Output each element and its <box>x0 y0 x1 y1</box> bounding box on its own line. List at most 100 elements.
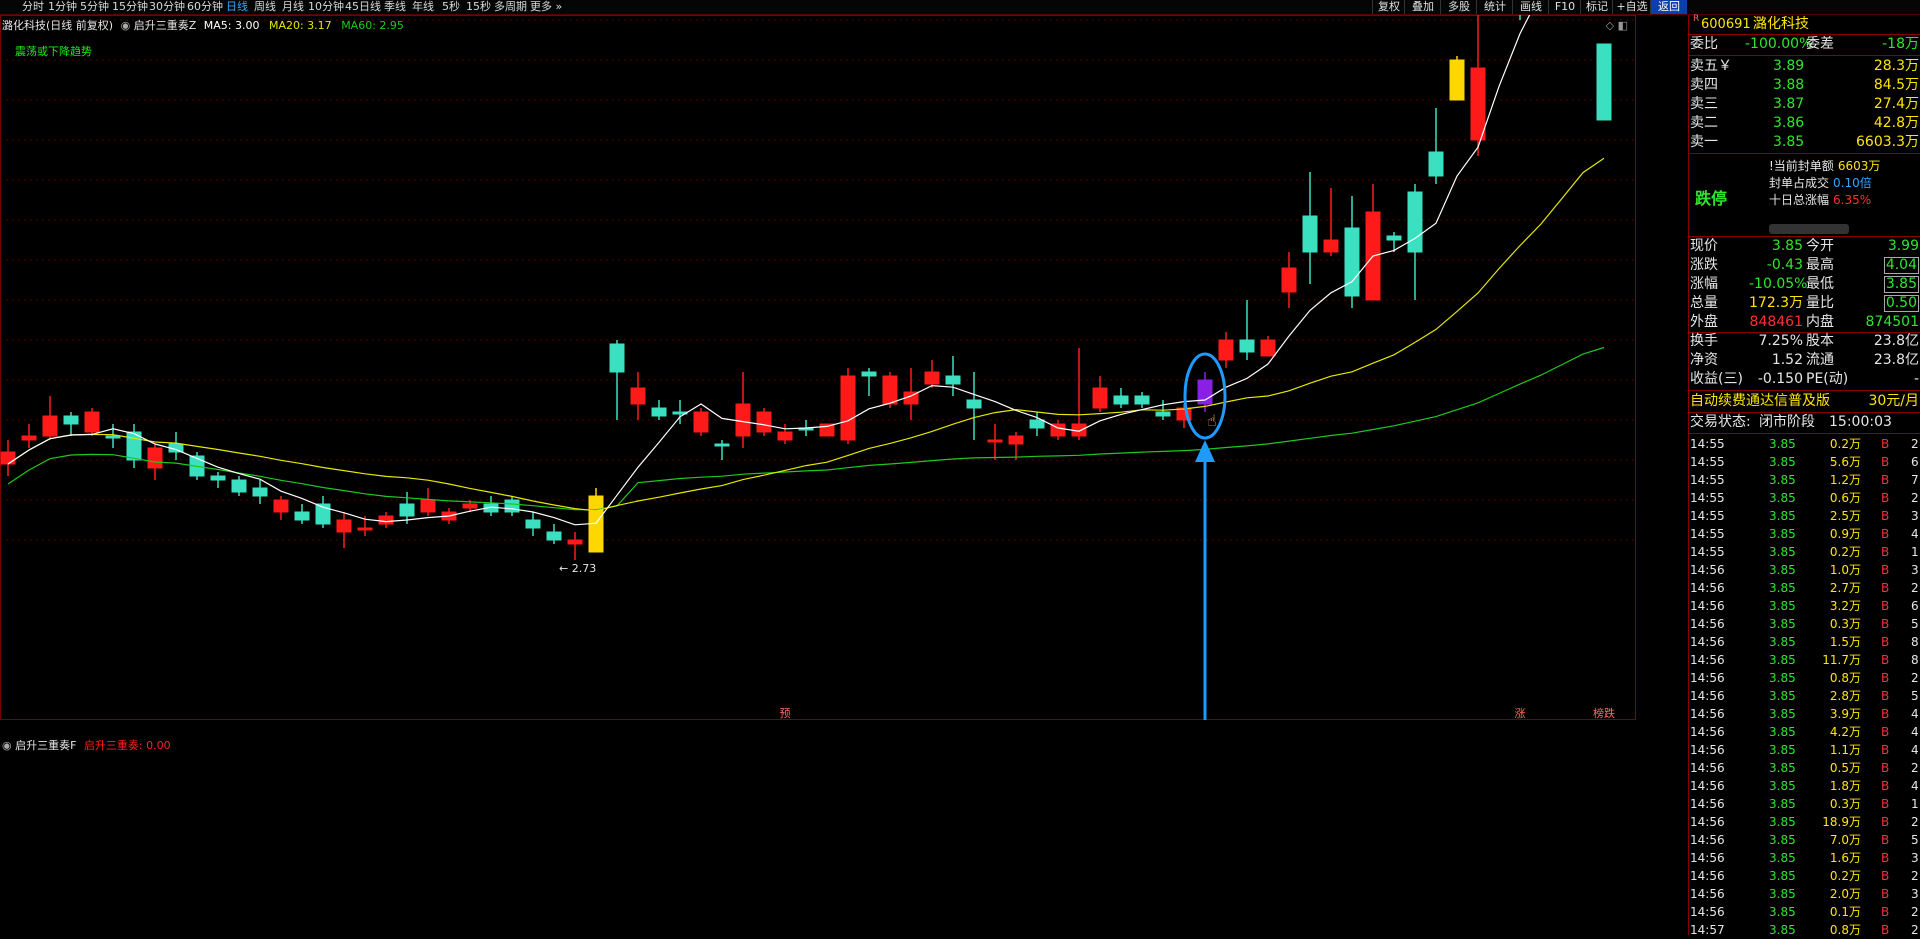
tick-row[interactable]: 14:56 3.85 11.7万 B 8 <box>1689 651 1920 669</box>
candle[interactable] <box>1428 108 1444 184</box>
candle[interactable] <box>1218 332 1234 368</box>
tick-row[interactable]: 14:55 3.85 0.2万 B 2 <box>1689 435 1920 453</box>
candle[interactable] <box>588 488 604 553</box>
candle[interactable] <box>1323 188 1339 256</box>
candle[interactable] <box>294 504 310 524</box>
period-17[interactable]: 更多 » <box>530 0 562 14</box>
indicator-name[interactable]: 启升三重奏Z <box>134 19 197 32</box>
tick-row[interactable]: 14:56 3.85 2.7万 B 2 <box>1689 579 1920 597</box>
tick-row[interactable]: 14:56 3.85 2.0万 B 3 <box>1689 885 1920 903</box>
tick-row[interactable]: 14:56 3.85 3.2万 B 6 <box>1689 597 1920 615</box>
ad-row[interactable]: 自动续费通达信普及版 30元/月 <box>1689 392 1920 411</box>
candle[interactable] <box>1092 376 1108 412</box>
tick-row[interactable]: 14:55 3.85 5.6万 B 6 <box>1689 453 1920 471</box>
candle[interactable] <box>378 512 394 528</box>
tick-row[interactable]: 14:56 3.85 1.6万 B 3 <box>1689 849 1920 867</box>
ad-text[interactable]: 自动续费通达信普及版 <box>1690 392 1830 411</box>
candle[interactable] <box>756 408 772 436</box>
candle[interactable] <box>21 424 37 448</box>
ad-price[interactable]: 30元/月 <box>1868 392 1919 411</box>
candle[interactable] <box>1344 196 1360 308</box>
tick-row[interactable]: 14:56 3.85 0.3万 B 1 <box>1689 795 1920 813</box>
toolbar-button-9[interactable]: 返回 <box>1650 0 1687 14</box>
kline-chart[interactable]: 4.804.704.604.504.404.304.204.104.003.90… <box>0 15 1636 752</box>
candle[interactable] <box>567 532 583 560</box>
candle[interactable] <box>966 372 982 440</box>
period-1[interactable]: 分时 <box>22 0 44 14</box>
tick-row[interactable]: 14:56 3.85 1.5万 B 8 <box>1689 633 1920 651</box>
tick-row[interactable]: 14:56 3.85 0.2万 B 2 <box>1689 867 1920 885</box>
candle[interactable] <box>840 368 856 444</box>
expand-handle[interactable] <box>1769 224 1849 234</box>
tick-row[interactable]: 14:55 3.85 2.5万 B 3 <box>1689 507 1920 525</box>
candle[interactable] <box>0 440 16 476</box>
period-5[interactable]: 30分钟 <box>149 0 185 14</box>
tick-row[interactable]: 14:56 3.85 0.5万 B 2 <box>1689 759 1920 777</box>
ask-row[interactable]: 卖五￥ 3.89 28.3万 <box>1689 57 1920 76</box>
event-mark[interactable]: 榜跌 <box>1593 706 1615 720</box>
candle[interactable] <box>1302 172 1318 284</box>
candle[interactable] <box>1386 232 1402 252</box>
tick-row[interactable]: 14:56 3.85 1.8万 B 4 <box>1689 777 1920 795</box>
candle[interactable] <box>315 496 331 528</box>
tick-row[interactable]: 14:56 3.85 2.8万 B 5 <box>1689 687 1920 705</box>
candle[interactable] <box>630 372 646 420</box>
candle[interactable] <box>231 476 247 496</box>
candle[interactable] <box>945 356 961 396</box>
tick-row[interactable]: 14:56 3.85 18.9万 B 2 <box>1689 813 1920 831</box>
candle[interactable] <box>1239 300 1255 360</box>
period-3[interactable]: 5分钟 <box>80 0 109 14</box>
collapse-icon[interactable]: ◉ <box>121 19 131 32</box>
candle[interactable] <box>1134 392 1150 408</box>
candle[interactable] <box>861 368 877 396</box>
toolbar-button-1[interactable]: 复权 <box>1372 0 1405 14</box>
candle[interactable] <box>210 472 226 488</box>
event-mark[interactable]: 涨 <box>1515 707 1526 720</box>
toolbar-button-5[interactable]: 画线 <box>1512 0 1549 14</box>
candle[interactable] <box>1071 348 1087 440</box>
ask-row[interactable]: 卖二 3.86 42.8万 <box>1689 114 1920 133</box>
period-14[interactable]: 5秒 <box>442 0 460 14</box>
candle[interactable] <box>777 424 793 444</box>
tick-row[interactable]: 14:55 3.85 0.9万 B 4 <box>1689 525 1920 543</box>
candle[interactable] <box>1365 184 1381 301</box>
tick-row[interactable]: 14:55 3.85 0.2万 B 1 <box>1689 543 1920 561</box>
toolbar-button-3[interactable]: 多股 <box>1440 0 1477 14</box>
tick-row[interactable]: 14:56 3.85 1.0万 B 3 <box>1689 561 1920 579</box>
candle[interactable] <box>1596 43 1612 121</box>
period-4[interactable]: 15分钟 <box>112 0 148 14</box>
candle[interactable] <box>1008 432 1024 460</box>
candle[interactable] <box>483 496 499 516</box>
toolbar-button-8[interactable]: +自选 <box>1612 0 1651 14</box>
candle[interactable] <box>336 512 352 548</box>
candle[interactable] <box>84 408 100 436</box>
ask-row[interactable]: 卖三 3.87 27.4万 <box>1689 95 1920 114</box>
candle[interactable] <box>168 432 184 460</box>
candle[interactable] <box>714 440 730 460</box>
period-12[interactable]: 季线 <box>384 0 406 14</box>
candle[interactable] <box>987 424 1003 460</box>
candle[interactable] <box>420 488 436 516</box>
candle[interactable] <box>546 524 562 544</box>
period-15[interactable]: 15秒 <box>466 0 491 14</box>
tick-row[interactable]: 14:57 3.85 0.8万 B 2 <box>1689 921 1920 939</box>
candle[interactable] <box>42 396 58 440</box>
period-2[interactable]: 1分钟 <box>48 0 77 14</box>
candle[interactable] <box>1260 336 1276 357</box>
tick-row[interactable]: 14:55 3.85 0.6万 B 2 <box>1689 489 1920 507</box>
period-6[interactable]: 60分钟 <box>187 0 223 14</box>
candle[interactable] <box>63 412 79 436</box>
tick-row[interactable]: 14:56 3.85 0.8万 B 2 <box>1689 669 1920 687</box>
candle[interactable] <box>126 424 142 468</box>
candle[interactable] <box>693 408 709 436</box>
tick-row[interactable]: 14:56 3.85 0.1万 B 2 <box>1689 903 1920 921</box>
tick-row[interactable]: 14:56 3.85 4.2万 B 4 <box>1689 723 1920 741</box>
tick-row[interactable]: 14:56 3.85 0.3万 B 5 <box>1689 615 1920 633</box>
candle[interactable] <box>1113 388 1129 408</box>
tick-row[interactable]: 14:56 3.85 7.0万 B 5 <box>1689 831 1920 849</box>
candle[interactable] <box>1050 420 1066 440</box>
candle[interactable] <box>525 512 541 536</box>
indicator-panel-name[interactable]: 启升三重奏F <box>15 739 76 752</box>
period-16[interactable]: 多周期 <box>494 0 527 14</box>
candle[interactable] <box>1449 56 1465 101</box>
